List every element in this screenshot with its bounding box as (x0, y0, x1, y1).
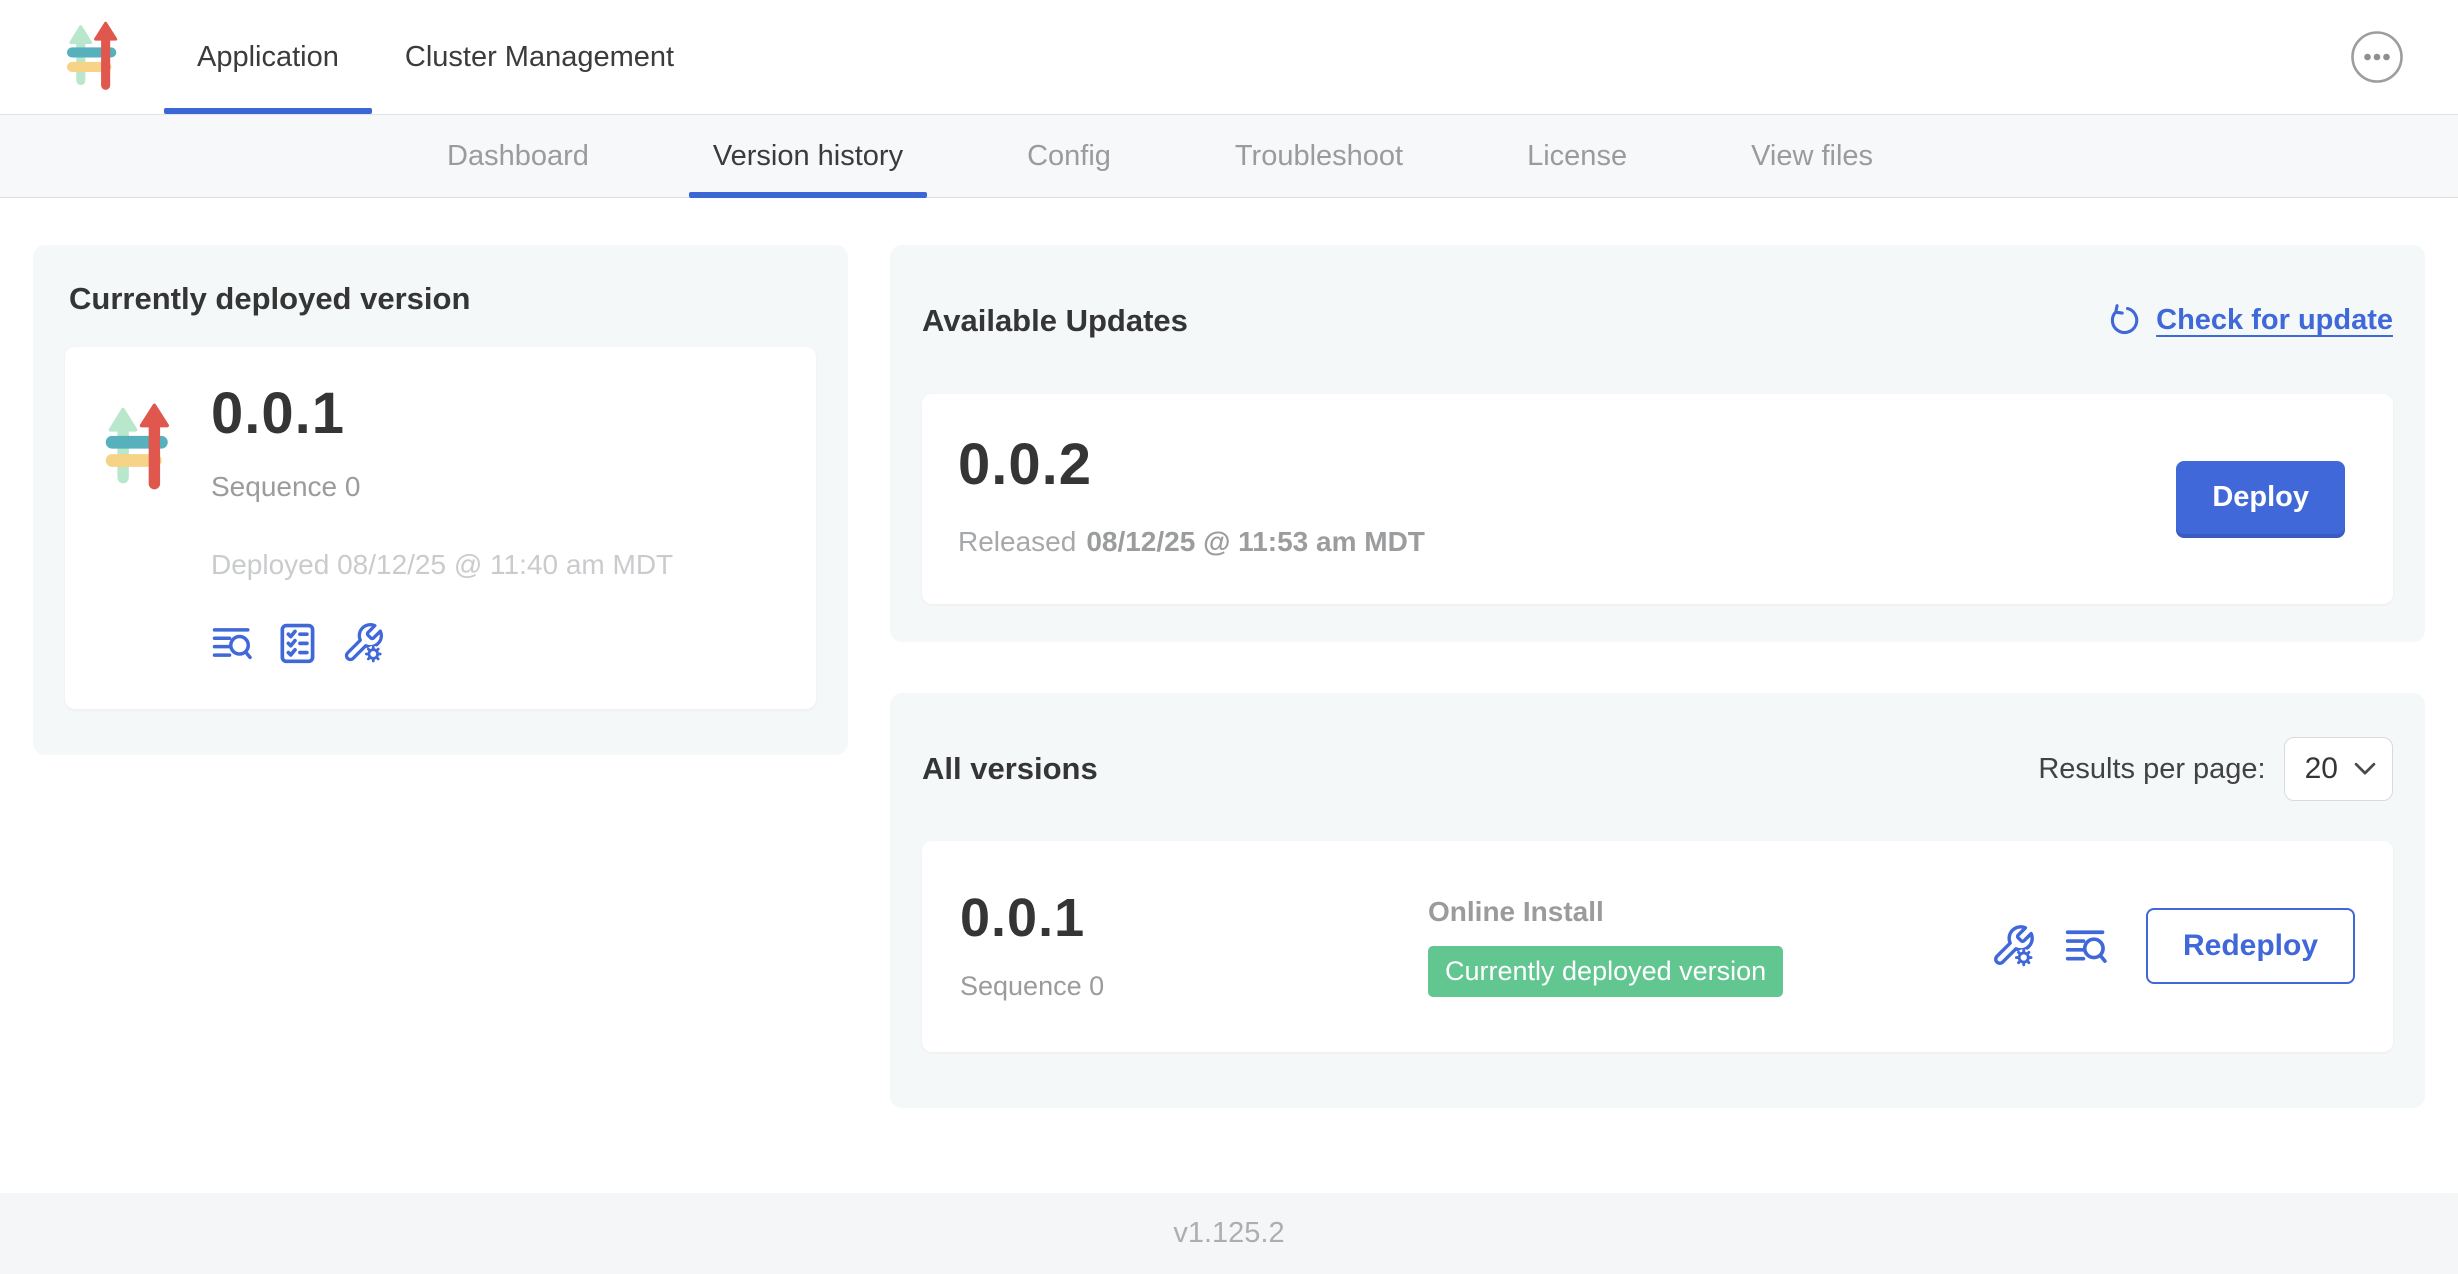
tab-application-label: Application (197, 41, 339, 74)
version-row: 0.0.1 Sequence 0 Online Install Currentl… (922, 841, 2393, 1052)
results-per-page-select[interactable]: 20 (2284, 737, 2393, 801)
check-for-update-label: Check for update (2156, 304, 2393, 337)
subnav-label: View files (1751, 140, 1873, 173)
ellipsis-circle-icon (2350, 30, 2404, 84)
update-version-number: 0.0.2 (958, 436, 1425, 494)
deployed-version-number: 0.0.1 (211, 385, 673, 443)
chevron-down-icon (2354, 762, 2376, 776)
config-wrench-icon[interactable] (341, 621, 385, 665)
preflight-checks-icon[interactable] (275, 621, 319, 665)
results-per-page-value: 20 (2305, 752, 2338, 786)
results-per-page-label: Results per page: (2038, 753, 2265, 786)
currently-deployed-card: Currently deployed version 0.0.1 Sequenc… (33, 245, 848, 755)
main-content: Currently deployed version 0.0.1 Sequenc… (0, 198, 2458, 1193)
version-row-status: Online Install Currently deployed versio… (1428, 896, 1990, 997)
tab-application[interactable]: Application (164, 0, 372, 114)
top-navbar: Application Cluster Management (0, 0, 2458, 114)
subnav-label: Troubleshoot (1235, 140, 1403, 173)
row-sequence: Sequence 0 (960, 971, 1428, 1002)
all-versions-title: All versions (922, 751, 1098, 787)
subnav-label: Config (1027, 140, 1111, 173)
app-subnav: Dashboard Version history Config Trouble… (0, 114, 2458, 198)
deployed-actions (211, 621, 673, 665)
kots-admin-console: Application Cluster Management Dashboard… (0, 0, 2458, 1274)
config-wrench-icon[interactable] (1990, 923, 2036, 969)
app-logo-icon (66, 21, 124, 93)
release-notes-icon[interactable] (2064, 924, 2108, 968)
subnav-label: Dashboard (447, 140, 589, 173)
version-row-actions: Redeploy (1990, 908, 2355, 984)
subnav-item-config[interactable]: Config (997, 115, 1141, 197)
console-footer: v1.125.2 (0, 1193, 2458, 1274)
deployed-version-details: 0.0.1 Sequence 0 Deployed 08/12/25 @ 11:… (211, 385, 673, 665)
available-updates-card: Available Updates Check for update 0.0.2… (890, 245, 2425, 642)
console-version: v1.125.2 (1173, 1217, 1284, 1250)
subnav-item-view-files[interactable]: View files (1721, 115, 1903, 197)
subnav-item-license[interactable]: License (1497, 115, 1657, 197)
more-menu-button[interactable] (2350, 30, 2404, 84)
tab-cluster-management[interactable]: Cluster Management (372, 0, 707, 114)
redeploy-button[interactable]: Redeploy (2146, 908, 2355, 984)
released-prefix: Released (958, 526, 1076, 557)
subnav-item-dashboard[interactable]: Dashboard (417, 115, 619, 197)
currently-deployed-badge: Currently deployed version (1428, 946, 1783, 997)
results-per-page: Results per page: 20 (2038, 737, 2393, 801)
currently-deployed-inner-card: 0.0.1 Sequence 0 Deployed 08/12/25 @ 11:… (65, 347, 816, 709)
update-details: 0.0.2 Released 08/12/25 @ 11:53 am MDT (958, 436, 1425, 558)
update-released-line: Released 08/12/25 @ 11:53 am MDT (958, 526, 1425, 558)
refresh-icon (2106, 304, 2140, 338)
subnav-label: Version history (713, 140, 903, 173)
currently-deployed-title: Currently deployed version (69, 281, 816, 317)
deployed-sequence: Sequence 0 (211, 471, 673, 503)
check-for-update-link[interactable]: Check for update (2106, 304, 2393, 338)
released-date: 08/12/25 @ 11:53 am MDT (1086, 526, 1425, 557)
subnav-item-version-history[interactable]: Version history (683, 115, 933, 197)
subnav-label: License (1527, 140, 1627, 173)
subnav-item-troubleshoot[interactable]: Troubleshoot (1205, 115, 1433, 197)
right-column: Available Updates Check for update 0.0.2… (890, 245, 2425, 1108)
deployed-timestamp: Deployed 08/12/25 @ 11:40 am MDT (211, 549, 673, 581)
available-updates-title: Available Updates (922, 303, 1188, 339)
version-row-details: 0.0.1 Sequence 0 (960, 891, 1428, 1002)
all-versions-card: All versions Results per page: 20 0.0 (890, 693, 2425, 1107)
release-notes-icon[interactable] (211, 622, 253, 664)
install-type-label: Online Install (1428, 896, 1990, 928)
tab-cluster-management-label: Cluster Management (405, 41, 674, 74)
available-update-row: 0.0.2 Released 08/12/25 @ 11:53 am MDT De… (922, 394, 2393, 604)
deploy-button[interactable]: Deploy (2176, 461, 2345, 534)
row-version-number: 0.0.1 (960, 891, 1428, 945)
app-logo-icon (97, 403, 185, 493)
